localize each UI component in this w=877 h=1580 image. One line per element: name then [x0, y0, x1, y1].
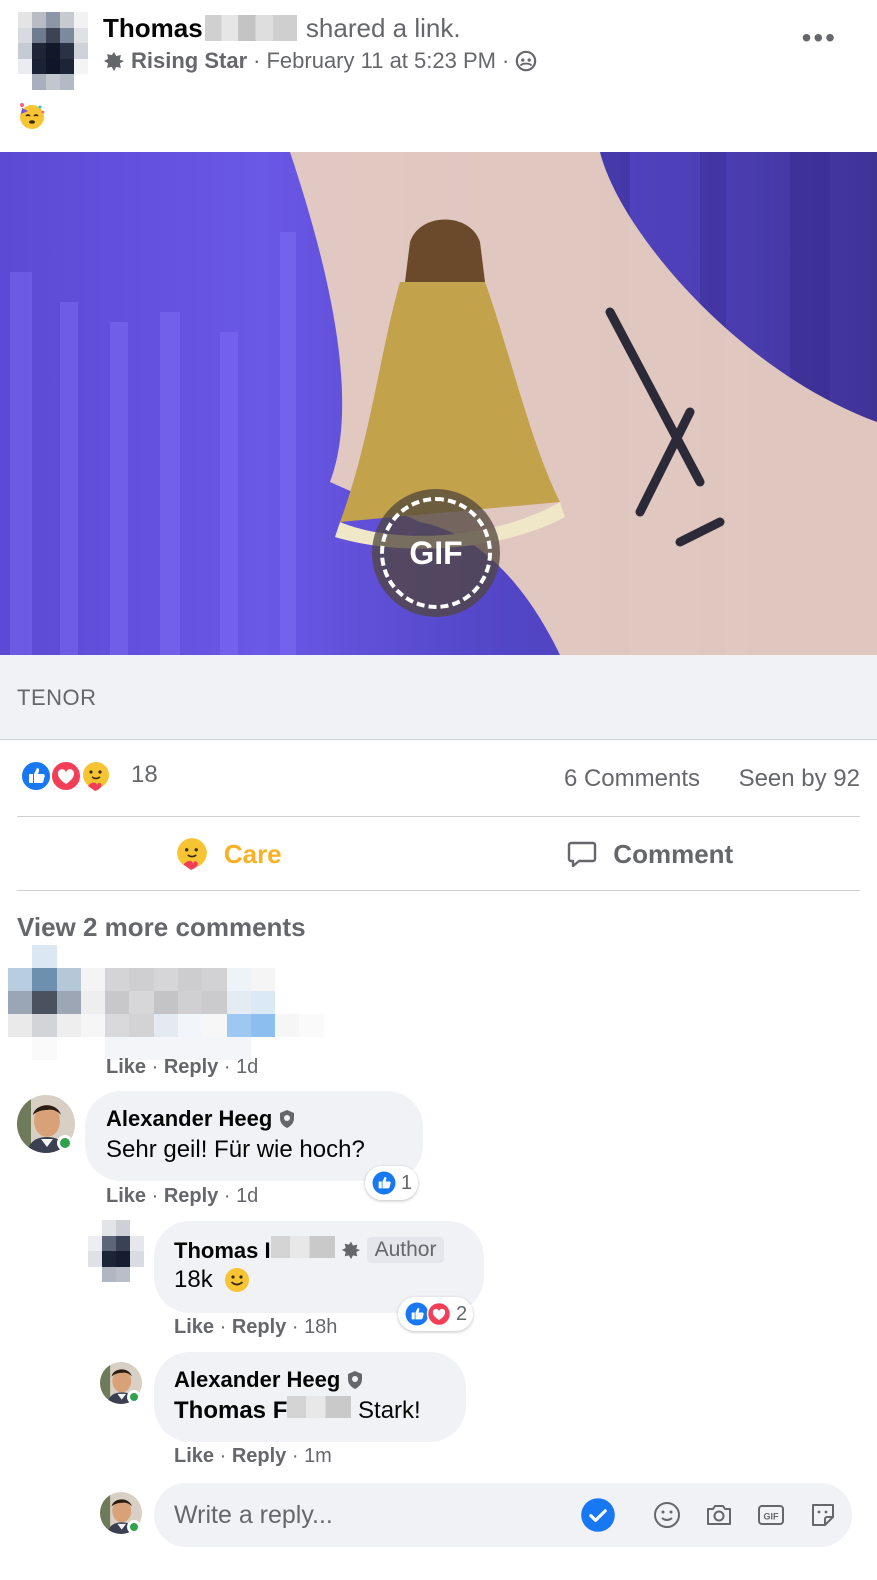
redacted-surname — [204, 15, 297, 41]
author-avatar[interactable] — [88, 1220, 144, 1282]
gif-play-button[interactable]: GIF — [372, 489, 500, 617]
link-source-label: TENOR — [17, 685, 97, 710]
like-link[interactable]: Like — [106, 1056, 146, 1078]
like-icon — [20, 760, 52, 792]
reaction-count: 2 — [456, 1302, 468, 1325]
group-audience-icon — [516, 50, 537, 72]
smiley-emoji-icon — [224, 1268, 249, 1292]
comment-reactions[interactable]: 2 — [398, 1297, 474, 1331]
reaction-summary[interactable] — [19, 759, 111, 793]
gif-icon[interactable]: GIF — [756, 1500, 786, 1530]
post-action-row: Care Comment — [17, 818, 860, 890]
author-name[interactable]: Thomas — [103, 13, 203, 43]
author-line: Thomas shared a link. — [103, 12, 461, 44]
comment-actions: Like · Reply · 1m — [174, 1445, 332, 1467]
emoji-icon[interactable] — [652, 1500, 682, 1530]
reply-composer: GIF — [154, 1483, 852, 1547]
comment-actions: Like · Reply · 18h — [174, 1316, 338, 1338]
comment-body: Stark! — [358, 1397, 421, 1424]
reply-link[interactable]: Reply — [164, 1056, 218, 1078]
comment-reactions[interactable]: 1 — [365, 1166, 419, 1200]
shield-badge-icon — [348, 1371, 363, 1389]
comment-time[interactable]: 1m — [304, 1445, 332, 1467]
redacted-surname — [270, 1236, 335, 1258]
more-options-button[interactable]: ••• — [802, 22, 837, 54]
author-badge: Author — [366, 1237, 445, 1263]
author-avatar[interactable] — [18, 12, 88, 90]
reply-tools: GIF — [580, 1497, 838, 1533]
redacted-surname — [287, 1396, 352, 1418]
comment-label: Comment — [613, 838, 734, 869]
party-face-icon — [20, 103, 45, 129]
comment-count[interactable]: 6 Comments — [564, 765, 700, 793]
comment-time[interactable]: 18h — [304, 1316, 337, 1338]
love-icon — [426, 1301, 452, 1327]
commenter-name[interactable]: Alexander Heeg — [174, 1367, 340, 1393]
reply-input[interactable] — [174, 1495, 574, 1535]
reply-link[interactable]: Reply — [232, 1316, 286, 1338]
comment-time[interactable]: 1d — [236, 1185, 258, 1207]
sticker-icon[interactable] — [808, 1500, 838, 1530]
care-label: Care — [223, 838, 282, 869]
badge-label[interactable]: Rising Star — [131, 48, 247, 74]
online-status-dot — [127, 1520, 141, 1534]
comment-author[interactable]: Alexander Heeg — [174, 1367, 364, 1393]
post-header: Thomas shared a link. Rising Star · Febr… — [0, 0, 877, 150]
check-badge-icon[interactable] — [580, 1497, 616, 1533]
care-button[interactable]: Care — [17, 818, 439, 890]
commenter-name[interactable]: Alexander Heeg — [106, 1106, 272, 1132]
comment-button[interactable]: Comment — [439, 818, 861, 890]
rising-star-icon — [341, 1241, 360, 1260]
comment-author[interactable]: Alexander Heeg — [106, 1106, 296, 1132]
like-link[interactable]: Like — [106, 1185, 146, 1207]
svg-text:GIF: GIF — [764, 1512, 780, 1522]
seen-count[interactable]: Seen by 92 — [739, 765, 860, 793]
comment-actions: Like · Reply · 1d — [106, 1056, 259, 1078]
meta-separator: · — [501, 48, 510, 73]
care-icon — [177, 838, 207, 870]
gif-media[interactable]: GIF — [0, 152, 877, 655]
reply-link[interactable]: Reply — [164, 1185, 218, 1207]
comment-text-row: 18k — [174, 1266, 251, 1294]
online-status-dot — [57, 1135, 73, 1151]
online-status-dot — [127, 1390, 141, 1404]
comment-text: Sehr geil! Für wie hoch? — [106, 1136, 365, 1163]
gif-label: GIF — [409, 534, 463, 571]
reply-link[interactable]: Reply — [232, 1445, 286, 1467]
meta-separator: · — [253, 48, 261, 73]
love-icon — [50, 760, 82, 792]
post-meta: Rising Star · February 11 at 5:23 PM · — [103, 48, 537, 74]
view-more-comments-link[interactable]: View 2 more comments — [17, 912, 306, 943]
rising-star-icon — [103, 51, 125, 72]
comment-bubble-icon — [568, 841, 597, 868]
reaction-count[interactable]: 18 — [131, 761, 158, 789]
comment-actions: Like · Reply · 1d — [106, 1185, 259, 1207]
like-link[interactable]: Like — [174, 1316, 214, 1338]
divider — [17, 890, 860, 891]
camera-icon[interactable] — [704, 1500, 734, 1530]
reaction-count: 1 — [401, 1171, 413, 1194]
blurred-comment — [8, 945, 348, 1060]
post-stats: 18 6 Comments Seen by 92 — [17, 755, 860, 805]
commenter-name[interactable]: Thomas I — [174, 1236, 335, 1264]
link-source-bar[interactable]: TENOR — [0, 655, 877, 740]
divider — [17, 816, 860, 817]
comment-text: Thomas F Stark! — [174, 1396, 421, 1425]
comment-text: 18k — [174, 1266, 213, 1293]
mention-link[interactable]: Thomas F — [174, 1396, 352, 1424]
like-icon — [372, 1171, 396, 1195]
post-timestamp[interactable]: February 11 at 5:23 PM — [266, 48, 496, 74]
comment-bubble: Alexander Heeg Thomas F Stark! — [154, 1352, 466, 1442]
like-link[interactable]: Like — [174, 1445, 214, 1467]
shared-text: shared a link. — [305, 13, 461, 43]
comment-time[interactable]: 1d — [236, 1056, 258, 1078]
comment-author[interactable]: Thomas I Author — [174, 1236, 445, 1264]
shield-badge-icon — [280, 1110, 295, 1128]
care-icon — [81, 760, 111, 791]
